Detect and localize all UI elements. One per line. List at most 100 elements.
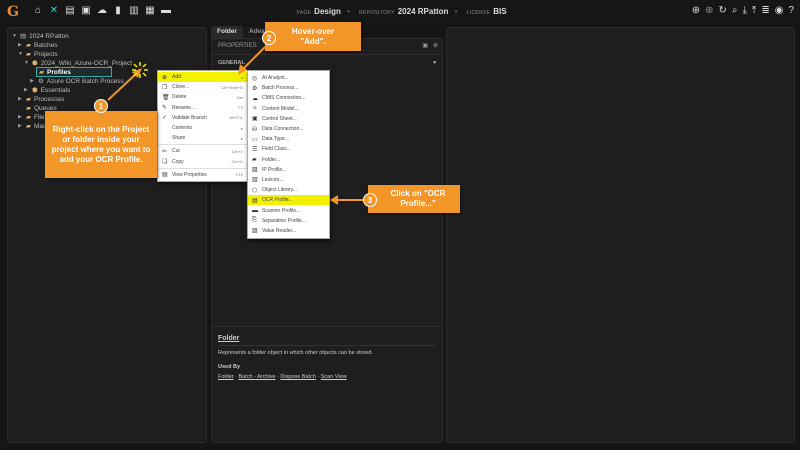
menu-item-cut[interactable]: ✂ Cut Ctrl+X xyxy=(158,146,247,156)
folder-icon: ▰ xyxy=(26,123,31,130)
menu-label: Content Model... xyxy=(262,105,299,112)
general-section[interactable]: GENERAL xyxy=(218,60,245,66)
object-type-icon: ▬ xyxy=(252,207,258,214)
database-icon[interactable]: ≣ xyxy=(761,5,769,16)
menu-label: Copy xyxy=(172,158,184,165)
add-icon[interactable]: ⊕ xyxy=(692,5,700,16)
menu-label: Data Connection... xyxy=(262,126,304,133)
tree-item-profiles[interactable]: ▰ Profiles xyxy=(36,67,112,77)
tree-item-processes[interactable]: ▶ ▰ Processes xyxy=(18,95,65,104)
tree-item-mac[interactable]: ▶ ▰ Mac xyxy=(18,122,46,131)
menu-label: Data Type... xyxy=(262,136,289,143)
menu-item-clone[interactable]: ❐ Clone... Ctrl+Shift+D xyxy=(158,82,247,92)
link-batch-archive[interactable]: Batch - Archive xyxy=(238,374,275,380)
submenu-item-object-library[interactable]: ⬡ Object Library... xyxy=(248,185,329,195)
properties-icon: ▤ xyxy=(162,172,168,179)
submenu-item-data-connection[interactable]: ⛁ Data Connection... xyxy=(248,124,329,134)
upload-icon[interactable]: ⤒ xyxy=(752,5,756,16)
object-type-icon: ☁ xyxy=(252,95,258,102)
menu-item-copy[interactable]: ❏ Copy Ctrl+C xyxy=(158,157,247,167)
tree-item-batch-process[interactable]: ▶ ⚙ Azure OCR Batch Process xyxy=(30,77,124,86)
close-icon[interactable]: ⊗ xyxy=(433,42,438,49)
menu-label: Folder... xyxy=(262,156,281,163)
submenu-item-field-class[interactable]: ☰ Field Class... xyxy=(248,144,329,154)
tree-label: Essentials xyxy=(40,86,71,94)
gear-icon: ⚙ xyxy=(38,78,44,85)
menu-label: Delete xyxy=(172,94,187,101)
folder-icon: ▰ xyxy=(26,51,31,58)
tree-label: Processes xyxy=(34,95,65,103)
add-icon: ⊕ xyxy=(162,74,168,81)
menu-label: Add xyxy=(172,74,181,81)
submenu-item-lexicon[interactable]: ▥ Lexicon... xyxy=(248,175,329,185)
menu-item-share[interactable]: Share ▸ xyxy=(158,133,247,143)
menu-label: Lexicon... xyxy=(262,176,284,183)
menu-label: Batch Process... xyxy=(262,85,299,92)
menu-label: Value Reader... xyxy=(262,227,297,234)
menu-item-add[interactable]: ⊕ Add ▸ xyxy=(158,72,247,83)
step-number-1: 1 xyxy=(94,99,108,113)
database-icon: ▤ xyxy=(20,33,27,40)
link-folder[interactable]: Folder xyxy=(218,374,234,380)
tree-item-projects[interactable]: ▼ ▰ Projects xyxy=(18,50,58,59)
tab-folder[interactable]: Folder xyxy=(211,26,243,38)
menu-label: Contents xyxy=(172,125,193,132)
link-dispose-batch[interactable]: Dispose Batch xyxy=(280,374,315,380)
remove-icon[interactable]: ⊕ xyxy=(705,5,713,16)
user-icon[interactable]: ◉ xyxy=(775,5,784,16)
menu-item-contents[interactable]: Contents ▸ xyxy=(158,123,247,133)
tree-item-project[interactable]: ▼ ⬢ 2024_Wiki_Azure-OCR_Project xyxy=(24,59,132,68)
menu-item-validate[interactable]: ✓ Validate Branch Alt+F11 xyxy=(158,113,247,123)
tree-item-essentials[interactable]: ▶ ⬢ Essentials xyxy=(24,86,71,95)
object-type-icon: ▥ xyxy=(252,177,258,184)
submenu-item-separation-profile[interactable]: ⎘ Separation Profile... xyxy=(248,216,329,226)
submenu-item-scanner-profile[interactable]: ▬ Scanner Profile... xyxy=(248,205,329,215)
submenu-item-folder[interactable]: ▰ Folder... xyxy=(248,155,329,165)
submenu-item-content-model[interactable]: ⚛ Content Model... xyxy=(248,104,329,114)
page-value: Design xyxy=(314,7,341,16)
menu-item-rename[interactable]: ✎ Rename... F2 xyxy=(158,103,247,113)
menu-shortcut: Ctrl+Shift+D xyxy=(221,84,243,90)
menu-shortcut: Del xyxy=(236,94,243,100)
context-info: PAGE Design • REPOSITORY 2024 RPatton • LI… xyxy=(296,7,507,16)
folder-icon: ▰ xyxy=(26,114,31,121)
save-icon[interactable]: ▣ xyxy=(422,42,428,49)
submenu-item-control-sheet[interactable]: ▣ Control Sheet... xyxy=(248,114,329,124)
submenu-item-cmis-connection[interactable]: ☁ CMIS Connection... xyxy=(248,93,329,103)
help-title: Folder xyxy=(218,335,436,346)
license-value: BIS xyxy=(493,7,507,16)
callout-2: Hover-over "Add". xyxy=(265,22,361,51)
tree-root[interactable]: ▼ ▤ 2024 RPatton xyxy=(12,32,69,41)
chevron-down-icon[interactable]: ▾ xyxy=(433,60,436,66)
search-icon[interactable]: ⌕ xyxy=(732,5,738,16)
menu-label: Cut xyxy=(172,148,180,155)
tree-item-file[interactable]: ▶ ▰ File xyxy=(18,113,44,122)
help-icon[interactable]: ? xyxy=(788,5,794,16)
menu-item-view-properties[interactable]: ▤ View Properties F12 xyxy=(158,170,247,180)
submenu-item-ai-analyst[interactable]: ◎ AI Analyst... xyxy=(248,73,329,83)
submenu-item-ocr-profile[interactable]: ▤ OCR Profile... xyxy=(248,195,329,206)
help-section: Folder Represents a folder object in whi… xyxy=(212,326,442,388)
callout-text: Click on "OCR Profile..." xyxy=(390,189,446,208)
submenu-item-value-reader[interactable]: ▧ Value Reader... xyxy=(248,226,329,236)
link-scan-view[interactable]: Scan View xyxy=(321,374,347,380)
scissors-icon: ✂ xyxy=(162,148,168,155)
menu-item-delete[interactable]: 🗑 Delete Del xyxy=(158,92,247,102)
tree-item-batches[interactable]: ▶ ▰ Batches xyxy=(18,41,58,50)
step-number-2: 2 xyxy=(262,31,276,45)
context-menu: ⊕ Add ▸ ❐ Clone... Ctrl+Shift+D 🗑 Delete Del ✎… xyxy=(157,70,248,182)
download-icon[interactable]: ⤓ xyxy=(742,5,746,16)
submenu-item-batch-process[interactable]: ⚙ Batch Process... xyxy=(248,83,329,93)
menu-label: Rename... xyxy=(172,104,196,111)
object-type-icon: ▭ xyxy=(252,136,258,143)
tree-label: Profiles xyxy=(47,68,71,76)
refresh-icon[interactable]: ↻ xyxy=(718,5,726,16)
submenu-item-ip-profile[interactable]: ▨ IP Profile... xyxy=(248,165,329,175)
menu-label: IP Profile... xyxy=(262,166,287,173)
submenu-item-data-type[interactable]: ▭ Data Type... xyxy=(248,134,329,144)
menu-shortcut: Alt+F11 xyxy=(229,115,243,121)
menu-label: Control Sheet... xyxy=(262,115,297,122)
repo-label: REPOSITORY xyxy=(359,10,395,16)
object-type-icon: ⚙ xyxy=(252,85,258,92)
tree-label: Projects xyxy=(34,50,58,58)
